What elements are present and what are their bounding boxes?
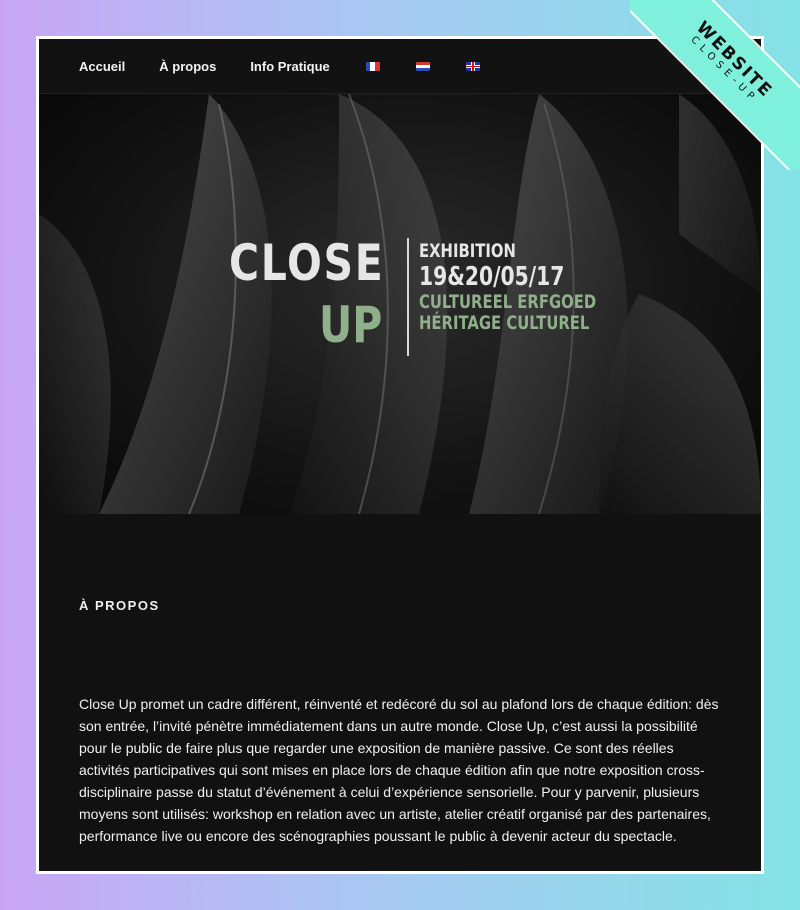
logo-divider bbox=[407, 238, 409, 356]
nav-info-pratique[interactable]: Info Pratique bbox=[250, 59, 329, 74]
uk-flag-icon[interactable] bbox=[465, 61, 480, 71]
about-heading: À PROPOS bbox=[79, 598, 160, 613]
website-ribbon: WEBSITE CLOSE-UP bbox=[630, 0, 800, 170]
exhibition-info: EXHIBITION 19&20/05/17 CULTUREEL ERFGOED… bbox=[419, 240, 646, 334]
logo-up-text: UP bbox=[319, 296, 383, 354]
exhibition-line-fr: HÉRITAGE CULTUREL bbox=[419, 312, 590, 334]
ribbon-band: WEBSITE CLOSE-UP bbox=[630, 0, 800, 170]
close-up-logo: CLOSE UP EXHIBITION 19&20/05/17 CULTUREE… bbox=[229, 234, 609, 364]
nav-accueil[interactable]: Accueil bbox=[79, 59, 125, 74]
nav-a-propos[interactable]: À propos bbox=[159, 59, 216, 74]
exhibition-label: EXHIBITION bbox=[419, 240, 516, 262]
logo-close-text: CLOSE bbox=[229, 234, 385, 292]
fr-flag-icon[interactable] bbox=[365, 61, 380, 71]
about-paragraph: Close Up promet un cadre différent, réin… bbox=[79, 696, 719, 844]
exhibition-line-nl: CULTUREEL ERFGOED bbox=[419, 291, 597, 313]
exhibition-date: 19&20/05/17 bbox=[419, 262, 565, 292]
nl-flag-icon[interactable] bbox=[415, 61, 430, 71]
about-section: À PROPOS Close Up promet un cadre différ… bbox=[39, 598, 761, 847]
